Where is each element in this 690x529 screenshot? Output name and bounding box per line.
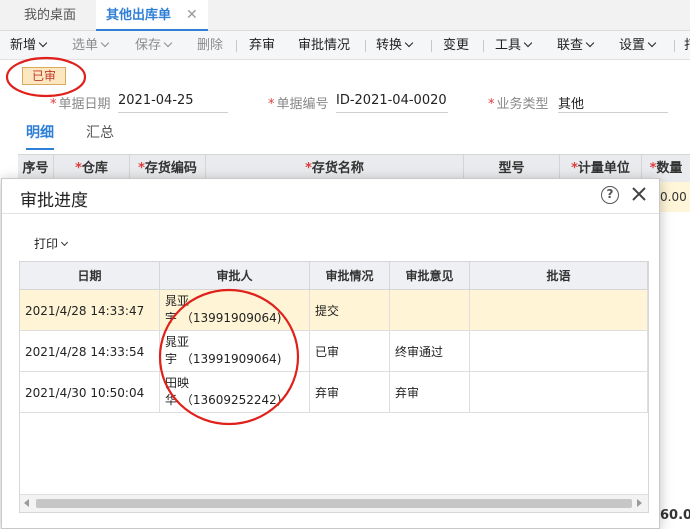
approval-progress-dialog: 审批进度 ? 打印 日期 审批人 审批情况 审批意见 批语 2021/4/28 … [1,178,660,529]
save-button[interactable]: 保存 [135,31,173,60]
link-query-button[interactable]: 联查 [557,31,595,60]
cell-remark [470,331,648,372]
table-row[interactable]: 2021/4/30 10:50:04 田映华 （13609252242) 弃审 … [20,372,648,413]
tab-bar: 我的桌面 其他出库单 ✕ [0,0,690,31]
business-type-label: * 业务类型 [488,97,549,112]
approval-grid-header: 日期 审批人 审批情况 审批意见 批语 [20,262,648,290]
chevron-down-icon [163,38,173,48]
cell-status: 弃审 [310,372,390,413]
cell-date: 2021/4/28 14:33:54 [20,331,160,372]
cell-date: 2021/4/30 10:50:04 [20,372,160,413]
cell-opinion: 弃审 [390,372,470,413]
code-label: * 单据编号 [268,97,329,112]
scroll-left-icon[interactable] [24,499,29,507]
col-approval-opinion[interactable]: 审批意见 [390,262,470,290]
cell-remark [470,372,648,413]
print-button-truncated[interactable]: 打 [684,31,690,60]
date-field[interactable]: 2021-04-25 [118,93,228,113]
tab-detail[interactable]: 明细 [26,122,54,150]
scroll-right-icon[interactable] [637,499,642,507]
change-button[interactable]: 变更 [443,31,469,60]
chevron-down-icon [60,238,69,247]
cell-status: 已审 [310,331,390,372]
dialog-title: 审批进度 [20,191,88,211]
cell-opinion: 终审通过 [390,331,470,372]
settings-button[interactable]: 设置 [619,31,657,60]
business-type-field[interactable]: 其他 [558,93,668,113]
col-remark[interactable]: 批语 [470,262,648,290]
cell-status: 提交 [310,290,390,331]
cell-approver: 晁亚宇 （13991909064) [160,290,310,331]
delete-button[interactable]: 删除 [197,31,223,60]
toolbar-divider [236,40,237,52]
chevron-down-icon [523,38,533,48]
approval-grid: 日期 审批人 审批情况 审批意见 批语 2021/4/28 14:33:47 晁… [19,261,649,513]
unapprove-button[interactable]: 弃审 [249,31,275,60]
horizontal-scrollbar[interactable] [20,494,648,512]
tab-summary[interactable]: 汇总 [86,122,114,142]
chevron-down-icon [100,38,110,48]
chevron-down-icon [647,38,657,48]
tools-button[interactable]: 工具 [495,31,533,60]
approval-status-button[interactable]: 审批情况 [298,31,350,60]
toolbar-divider [674,40,675,52]
quantity-cell: 0.00 [660,182,690,212]
cell-remark [470,290,648,331]
code-field[interactable]: ID-2021-04-0020 [336,93,448,113]
close-icon[interactable] [628,183,650,205]
chevron-down-icon [585,38,595,48]
col-approver[interactable]: 审批人 [160,262,310,290]
convert-button[interactable]: 转换 [376,31,414,60]
print-menu-button[interactable]: 打印 [34,235,69,252]
table-row[interactable]: 2021/4/28 14:33:54 晁亚宇 （13991909064) 已审 … [20,331,648,372]
status-badge: 已审 [22,67,66,85]
close-icon[interactable]: ✕ [186,0,198,31]
quantity-total: 60.00 [660,508,690,523]
toolbar-divider [483,40,484,52]
new-button[interactable]: 新增 [10,31,48,60]
toolbar: 新增 选单 保存 删除 弃审 审批情况 转换 变更 工具 联查 设置 打 [0,31,690,60]
toolbar-divider [431,40,432,52]
col-date[interactable]: 日期 [20,262,160,290]
date-label: * 单据日期 [50,97,111,112]
scrollbar-thumb[interactable] [36,499,632,508]
tab-home[interactable]: 我的桌面 [24,0,76,31]
select-order-button[interactable]: 选单 [72,31,110,60]
table-row[interactable]: 2021/4/28 14:33:47 晁亚宇 （13991909064) 提交 [20,290,648,331]
col-approval-status[interactable]: 审批情况 [310,262,390,290]
dialog-divider [2,213,659,214]
toolbar-divider [365,40,366,52]
help-icon[interactable]: ? [601,186,619,204]
cell-approver: 晁亚宇 （13991909064) [160,331,310,372]
chevron-down-icon [404,38,414,48]
cell-opinion [390,290,470,331]
cell-approver: 田映华 （13609252242) [160,372,310,413]
chevron-down-icon [38,38,48,48]
cell-date: 2021/4/28 14:33:47 [20,290,160,331]
